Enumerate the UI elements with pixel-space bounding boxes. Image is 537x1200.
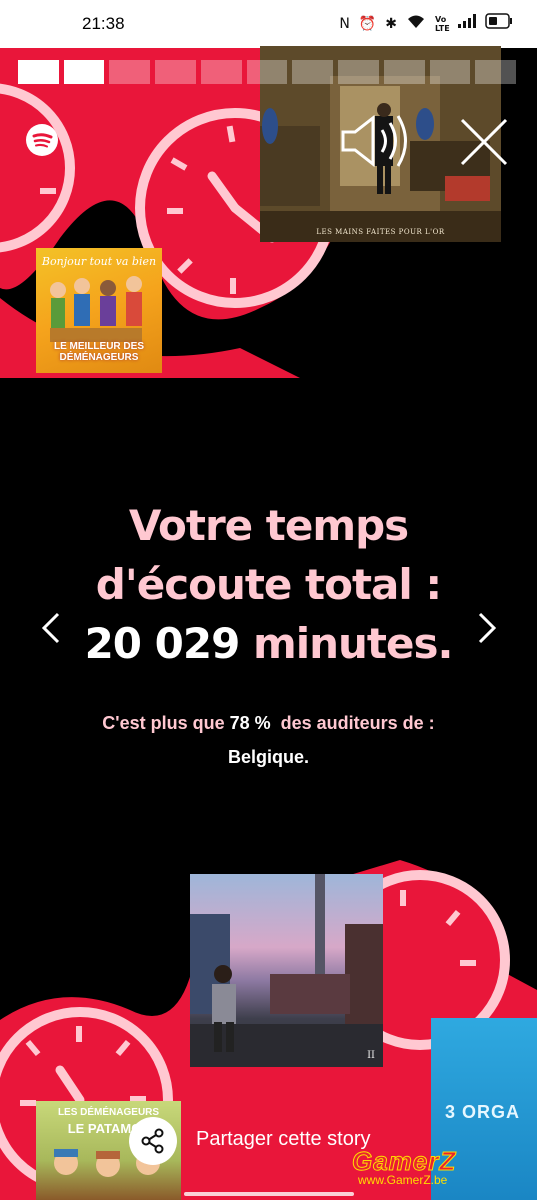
story-progress-bar — [18, 60, 517, 84]
watermark-url: www.GamerZ.be — [358, 1173, 448, 1187]
story-progress-segment — [338, 60, 379, 84]
story-progress-segment — [475, 60, 517, 84]
previous-story-button[interactable] — [36, 610, 66, 646]
status-time: 21:38 — [82, 14, 125, 33]
listener-comparison-text: C'est plus que 78 % des auditeurs de : B… — [0, 706, 537, 774]
signal-icon — [458, 14, 476, 34]
story-progress-segment — [63, 60, 105, 84]
album-cover: Bonjour tout va bien LE MEILLEUR DES DÉM… — [36, 248, 162, 373]
battery-icon — [485, 13, 513, 35]
headline-line-2: d'écoute total : — [95, 560, 442, 609]
spotify-logo-icon — [26, 124, 58, 156]
story-progress-segment — [429, 60, 471, 84]
speaker-icon — [341, 114, 407, 168]
story-progress-segment — [246, 60, 288, 84]
story-progress-segment — [383, 60, 425, 84]
album-label: 3 ORGA — [445, 1102, 521, 1122]
video-caption: LES MAINS FAITES POUR L'OR — [316, 228, 445, 236]
story-progress-segment — [18, 60, 59, 84]
status-bar: 21:38 N ⏰ ✱ Vo LTE — [0, 0, 537, 48]
album-label: II — [367, 1050, 375, 1061]
chevron-left-icon — [41, 612, 60, 644]
album-cover: II — [190, 874, 383, 1067]
country-name: Belgique. — [227, 747, 309, 767]
headline-line-1: Votre temps — [128, 501, 409, 550]
volte-icon: Vo LTE — [435, 15, 450, 33]
comparison-suffix: des auditeurs de : — [270, 713, 435, 733]
sound-toggle-button[interactable] — [337, 110, 409, 172]
minutes-value: 20 029 — [84, 619, 241, 668]
minutes-label: minutes. — [252, 619, 453, 668]
next-story-button[interactable] — [472, 610, 502, 646]
headline: Votre temps d'écoute total : 20 029 minu… — [0, 496, 537, 673]
album-artwork — [190, 874, 383, 1067]
home-indicator[interactable] — [184, 1192, 354, 1196]
comparison-percent: 78 % — [229, 713, 271, 733]
story-progress-segment — [109, 60, 151, 84]
watermark-logo: GamerZ www.GamerZ.be — [351, 1146, 456, 1188]
alarm-icon: ⏰ — [358, 16, 377, 32]
album-subtitle: LE MEILLEUR DES DÉMÉNAGEURS — [53, 341, 144, 363]
comparison-prefix: C'est plus que — [102, 713, 230, 733]
share-icon — [141, 1128, 164, 1154]
story-progress-segment — [155, 60, 196, 84]
wifi-icon — [406, 13, 426, 35]
story-progress-segment — [292, 60, 334, 84]
share-button[interactable] — [129, 1117, 177, 1165]
status-icons: N ⏰ ✱ Vo LTE — [339, 13, 513, 35]
chevron-right-icon — [478, 612, 497, 644]
share-story-label[interactable]: Partager cette story — [196, 1128, 371, 1151]
nfc-icon: N — [339, 16, 350, 32]
close-button[interactable] — [456, 114, 512, 170]
close-icon — [460, 118, 508, 166]
bluetooth-icon: ✱ — [385, 16, 397, 32]
story-progress-segment — [200, 60, 242, 84]
